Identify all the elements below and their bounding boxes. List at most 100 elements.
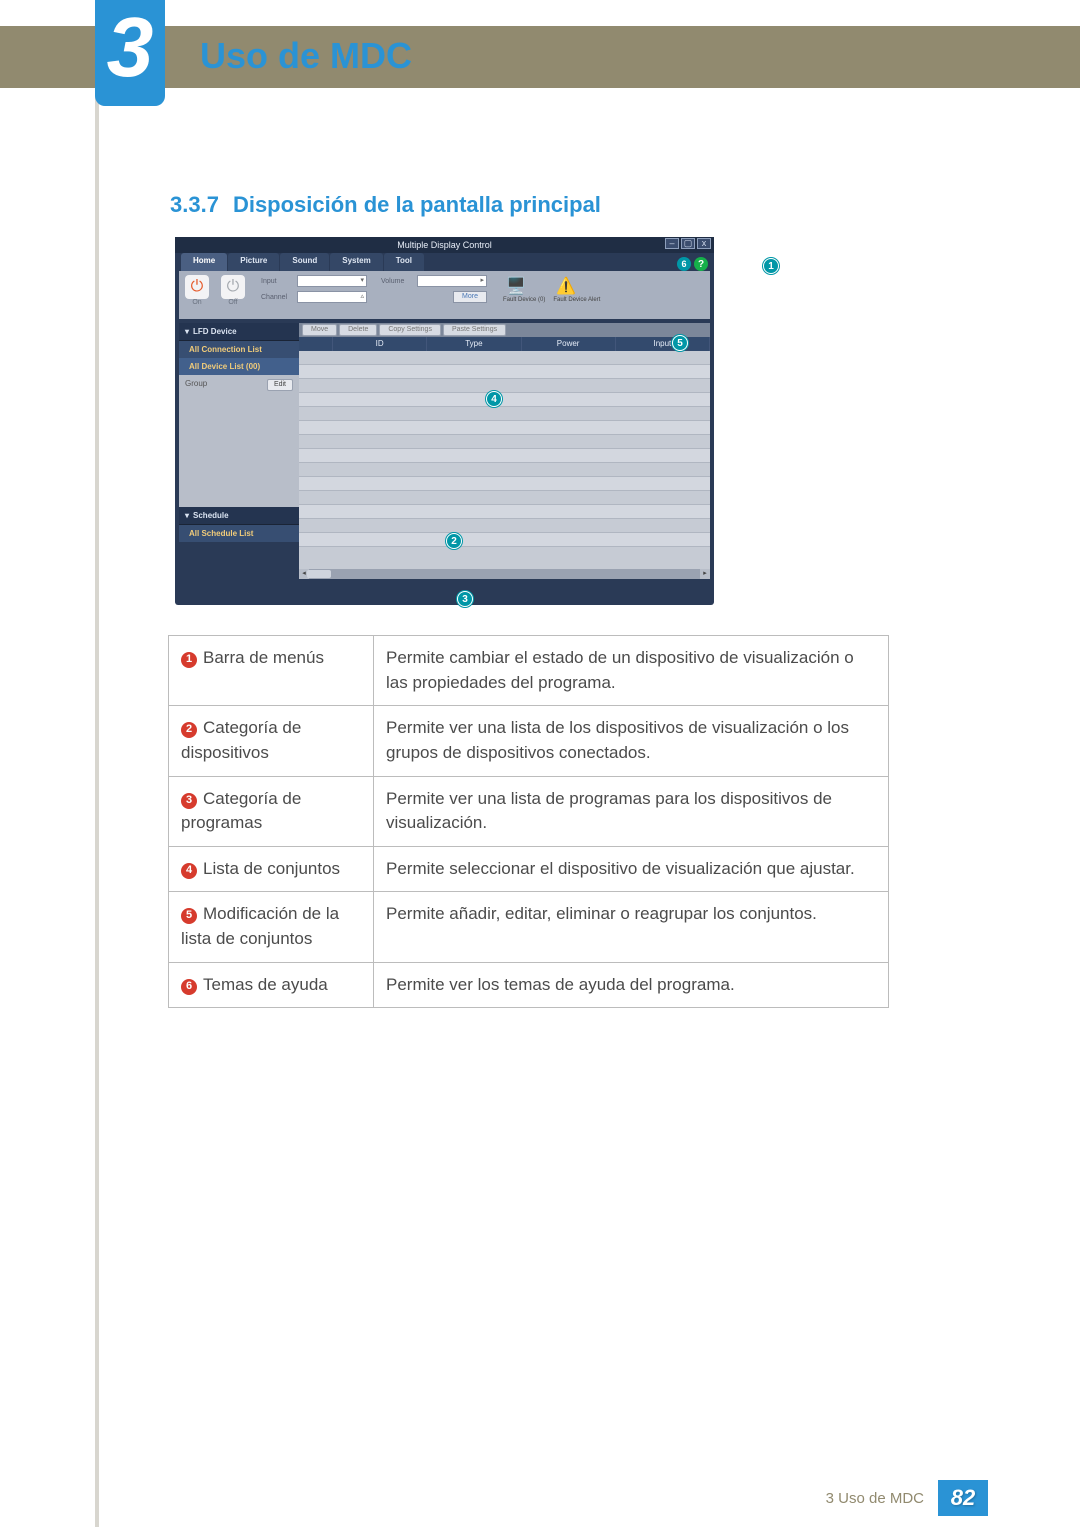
all-device-list[interactable]: All Device List (00) — [179, 358, 299, 375]
callout-5: 5 — [672, 335, 688, 351]
legend-table: 1Barra de menús Permite cambiar el estad… — [168, 635, 889, 1008]
monitor-icon: 🖥️ — [503, 275, 529, 297]
power-off-label: Off — [221, 299, 245, 306]
menu-tabs: Home Picture Sound System Tool — [175, 253, 714, 271]
legend-label: Temas de ayuda — [203, 975, 328, 994]
channel-stepper[interactable]: ▵ — [297, 291, 367, 303]
group-panel: Group Edit — [179, 375, 299, 507]
badge-5: 5 — [181, 908, 197, 924]
table-row[interactable] — [299, 463, 710, 477]
badge-4: 4 — [181, 863, 197, 879]
power-on-icon[interactable]: ⏻ — [185, 275, 209, 299]
all-connection-list[interactable]: All Connection List — [179, 341, 299, 358]
table-row[interactable] — [299, 421, 710, 435]
chapter-badge: 3 — [95, 0, 165, 106]
table-row[interactable] — [299, 351, 710, 365]
col-check — [299, 337, 333, 351]
lfd-device-node[interactable]: ▾ LFD Device — [179, 323, 299, 341]
tab-sound[interactable]: Sound — [280, 253, 329, 271]
chevron-down-icon: ▾ — [185, 327, 189, 336]
move-button[interactable]: Move — [302, 324, 337, 336]
fault-alert-label: Fault Device Alert — [553, 297, 600, 303]
table-row[interactable] — [299, 519, 710, 533]
schedule-node[interactable]: ▾Schedule — [179, 507, 299, 525]
maximize-button[interactable]: ▢ — [681, 238, 695, 249]
section-heading: 3.3.7 Disposición de la pantalla principa… — [170, 192, 601, 218]
table-row[interactable] — [299, 449, 710, 463]
window-titlebar: Multiple Display Control – ▢ x — [175, 237, 714, 253]
col-input: Input — [616, 337, 710, 351]
delete-button[interactable]: Delete — [339, 324, 377, 336]
sidebar: ▾ LFD Device All Connection List All Devi… — [179, 323, 299, 579]
tab-system[interactable]: System — [330, 253, 382, 271]
home-panel: ⏻ On ⏻ Off Input ▾ Channel ▵ Volume — [179, 271, 710, 319]
callout-4: 4 — [486, 391, 502, 407]
device-list-panel: Move Delete Copy Settings Paste Settings… — [299, 323, 710, 579]
legend-label: Modificación de la lista de conjuntos — [181, 904, 339, 948]
legend-label: Categoría de programas — [181, 789, 301, 833]
table-row[interactable] — [299, 379, 710, 393]
col-power: Power — [522, 337, 616, 351]
channel-label: Channel — [261, 294, 293, 301]
legend-desc: Permite ver los temas de ayuda del progr… — [374, 962, 889, 1008]
help-badge-6: 6 — [677, 257, 691, 271]
paste-settings-button[interactable]: Paste Settings — [443, 324, 506, 336]
fault-alert[interactable]: ⚠️ Fault Device Alert — [553, 275, 600, 303]
table-row[interactable] — [299, 533, 710, 547]
badge-3: 3 — [181, 793, 197, 809]
list-toolbar: Move Delete Copy Settings Paste Settings — [299, 323, 710, 337]
legend-row: 6Temas de ayuda Permite ver los temas de… — [169, 962, 889, 1008]
tab-home[interactable]: Home — [181, 253, 227, 271]
legend-desc: Permite seleccionar el dispositivo de vi… — [374, 846, 889, 892]
tab-tool[interactable]: Tool — [384, 253, 424, 271]
col-type: Type — [427, 337, 521, 351]
legend-row: 5Modificación de la lista de conjuntos P… — [169, 892, 889, 962]
table-row[interactable] — [299, 393, 710, 407]
minimize-button[interactable]: – — [665, 238, 679, 249]
power-off-icon[interactable]: ⏻ — [221, 275, 245, 299]
scroll-thumb[interactable] — [307, 570, 331, 578]
legend-row: 2Categoría de dispositivos Permite ver u… — [169, 706, 889, 776]
footer-text: 3 Uso de MDC — [826, 1490, 924, 1507]
tab-picture[interactable]: Picture — [228, 253, 279, 271]
mdc-window: Multiple Display Control – ▢ x Home Pict… — [175, 237, 714, 605]
fault-device[interactable]: 🖥️ Fault Device (0) — [503, 275, 545, 303]
table-row[interactable] — [299, 477, 710, 491]
legend-label: Lista de conjuntos — [203, 859, 340, 878]
all-schedule-list[interactable]: All Schedule List — [179, 525, 299, 542]
table-row[interactable] — [299, 505, 710, 519]
window-title: Multiple Display Control — [397, 240, 492, 250]
table-rows — [299, 351, 710, 547]
legend-label: Barra de menús — [203, 648, 324, 667]
table-row[interactable] — [299, 491, 710, 505]
more-button[interactable]: More — [453, 291, 487, 303]
legend-row: 4 Lista de conjuntos Permite seleccionar … — [169, 846, 889, 892]
table-row[interactable] — [299, 365, 710, 379]
close-button[interactable]: x — [697, 238, 711, 249]
table-row[interactable] — [299, 407, 710, 421]
callout-1: 1 — [763, 258, 779, 274]
input-select[interactable]: ▾ — [297, 275, 367, 287]
section-title: Disposición de la pantalla principal — [233, 192, 601, 217]
page-footer: 3 Uso de MDC 82 — [0, 1479, 1080, 1517]
badge-2: 2 — [181, 722, 197, 738]
callout-2: 2 — [446, 533, 462, 549]
legend-desc: Permite ver una lista de los dispositivo… — [374, 706, 889, 776]
horizontal-scrollbar[interactable]: ◂ ▸ — [299, 569, 710, 579]
copy-settings-button[interactable]: Copy Settings — [379, 324, 441, 336]
page-number: 82 — [938, 1480, 988, 1516]
section-number: 3.3.7 — [170, 192, 219, 217]
edit-button[interactable]: Edit — [267, 379, 293, 391]
input-label: Input — [261, 278, 293, 285]
table-row[interactable] — [299, 435, 710, 449]
lfd-device-label: LFD Device — [193, 327, 237, 336]
fault-device-label: Fault Device (0) — [503, 297, 545, 303]
table-header: ID Type Power Input — [299, 337, 710, 351]
scroll-right-icon[interactable]: ▸ — [700, 569, 710, 579]
warning-icon: ⚠️ — [553, 275, 579, 297]
badge-1: 1 — [181, 652, 197, 668]
volume-slider[interactable]: ▸ — [417, 275, 487, 287]
legend-row: 1Barra de menús Permite cambiar el estad… — [169, 636, 889, 706]
help-icon[interactable]: ? — [694, 257, 708, 271]
legend-desc: Permite ver una lista de programas para … — [374, 776, 889, 846]
